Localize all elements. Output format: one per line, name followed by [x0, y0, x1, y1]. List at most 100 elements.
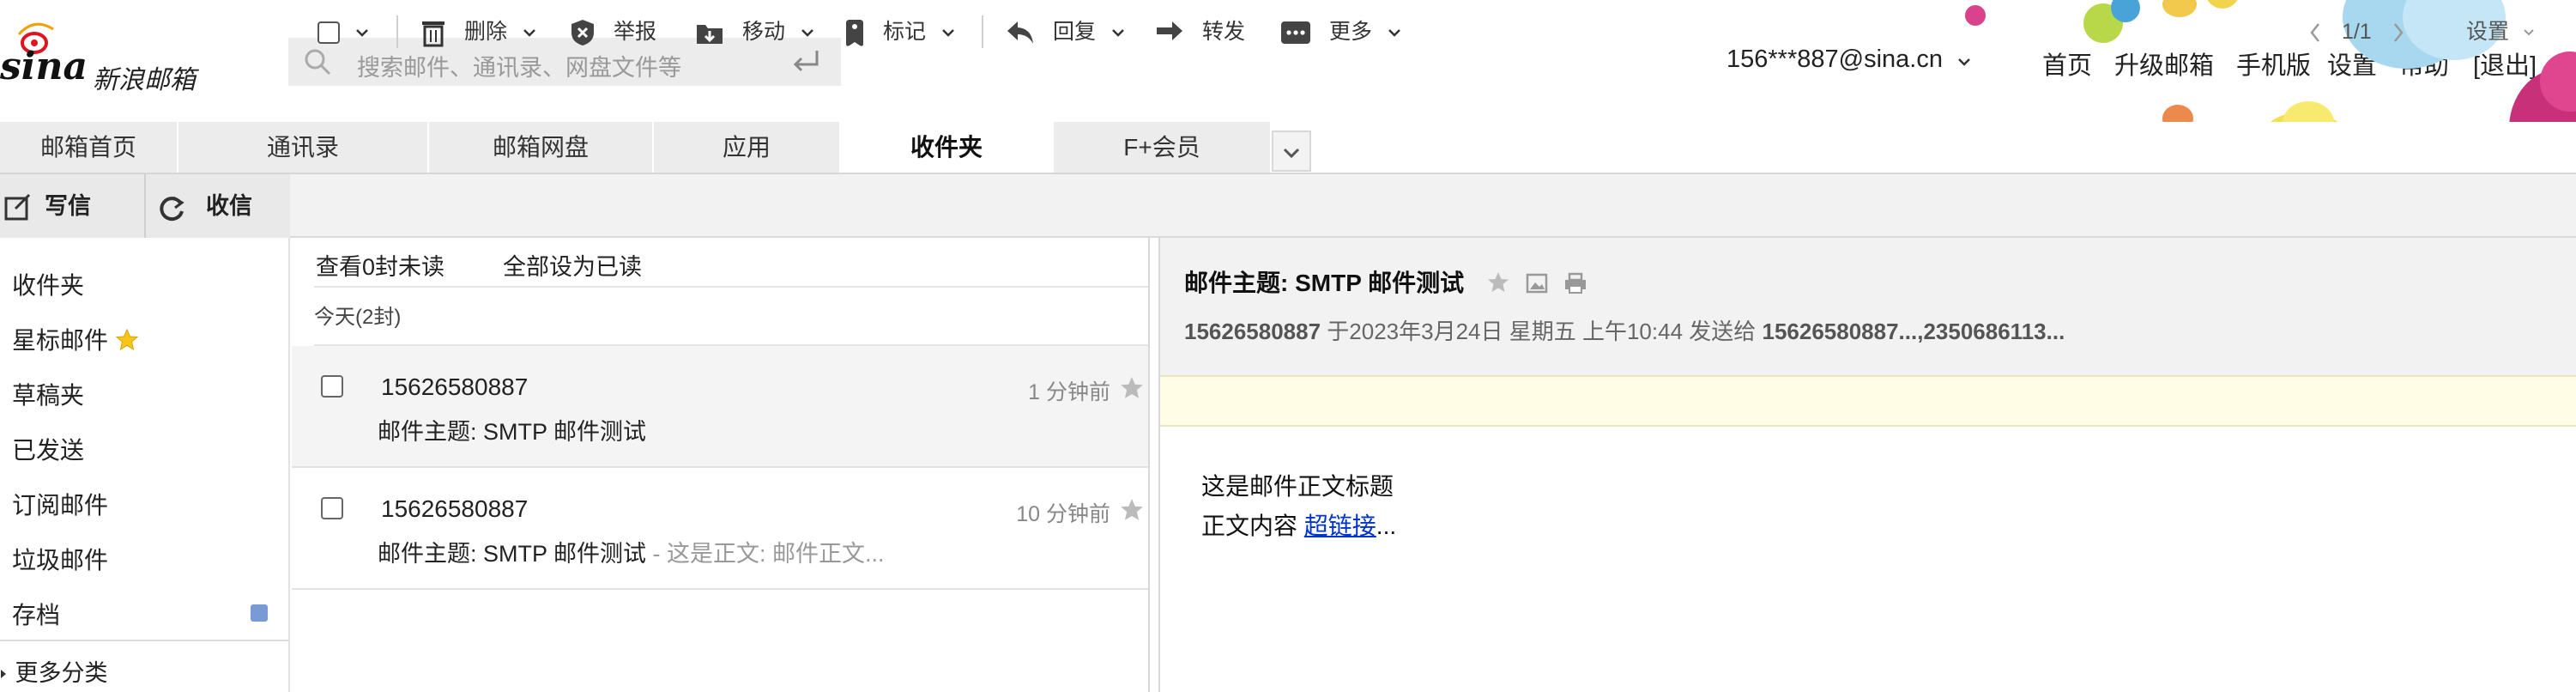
chevron-down-icon [942, 29, 954, 38]
mail-list-item[interactable]: 15626580887 邮件主题: SMTP 邮件测试 - 这是正文: 邮件正文… [292, 468, 1148, 590]
more-icon [1281, 21, 1310, 45]
select-all-checkbox[interactable] [317, 21, 340, 45]
delete-button[interactable]: 删除 [420, 17, 537, 47]
mail-body-title: 这是邮件正文标题 [1201, 473, 1394, 500]
reader-recipients[interactable]: 15626580887...,2350686113... [1763, 319, 2065, 344]
tab-fplus-member[interactable]: F+会员 [1054, 122, 1270, 173]
star-icon[interactable] [1486, 270, 1510, 294]
print-icon[interactable] [1563, 272, 1587, 294]
caret-right-icon [1, 670, 6, 678]
account-email: 156***887@sina.cn [1726, 46, 1943, 73]
body-hyperlink[interactable]: 超链接 [1304, 513, 1376, 539]
receive-button[interactable]: 收信 [156, 174, 252, 238]
logo-wordmark: sina [0, 45, 88, 88]
compose-button[interactable]: 写信 [3, 174, 91, 238]
move-folder-icon [697, 25, 723, 45]
tab-contacts[interactable]: 通讯录 [178, 122, 427, 173]
tag-icon [846, 20, 863, 47]
more-categories[interactable]: 更多分类 [0, 654, 108, 688]
reader-meta: 15626580887 于2023年3月24日 星期五 上午10:44 发送给 … [1184, 314, 2065, 346]
mail-sender: 15626580887 [381, 373, 529, 400]
delete-label: 删除 [463, 20, 507, 44]
forward-icon [1157, 21, 1182, 41]
view-settings-button[interactable]: 设置 [2466, 17, 2536, 46]
more-label: 更多 [1328, 20, 1372, 44]
body-text: 正文内容 [1201, 513, 1304, 539]
folder-sidebar: 收件夹 星标邮件 草稿夹 已发送 订阅邮件 垃圾邮件 存档 [0, 238, 290, 692]
page-indicator: 1/1 [2341, 20, 2372, 44]
chevron-down-icon [523, 29, 535, 38]
shield-icon [571, 20, 594, 46]
upgrade-link[interactable]: 升级邮箱 [2114, 46, 2214, 82]
move-button[interactable]: 移动 [695, 17, 815, 46]
mail-checkbox[interactable] [321, 375, 343, 398]
view-unread-link[interactable]: 查看0封未读 [316, 248, 444, 282]
tab-inbox[interactable]: 收件夹 [841, 122, 1052, 173]
tab-netdisk[interactable]: 邮箱网盘 [429, 122, 652, 173]
reading-pane-header [1160, 238, 2576, 375]
mail-body-content: 正文内容 超链接... [1201, 507, 1396, 542]
mail-list-item[interactable]: 15626580887 邮件主题: SMTP 邮件测试 1 分钟前 [292, 346, 1148, 468]
sina-logo[interactable]: sina 新浪邮箱 [0, 17, 206, 95]
home-link[interactable]: 首页 [2042, 46, 2092, 82]
forward-label: 转发 [1201, 20, 1245, 44]
chevron-down-icon [1958, 58, 1970, 66]
forward-button[interactable]: 转发 [1155, 17, 1245, 46]
chevron-down-icon [356, 29, 368, 38]
folder-spam[interactable]: 垃圾邮件 [12, 542, 108, 576]
select-all-dropdown[interactable] [317, 17, 370, 46]
reader-sender[interactable]: 15626580887 [1184, 319, 1321, 344]
more-button[interactable]: 更多 [1280, 17, 1402, 46]
enter-icon[interactable] [791, 47, 822, 76]
divider [144, 174, 146, 238]
folder-subscriptions[interactable]: 订阅邮件 [12, 487, 108, 521]
chevron-down-icon [2524, 29, 2534, 36]
folder-drafts[interactable]: 草稿夹 [12, 377, 84, 411]
report-button[interactable]: 举报 [570, 17, 656, 46]
refresh-icon [160, 196, 184, 221]
mail-toolbar [0, 174, 2576, 238]
toolbar-divider [396, 15, 398, 48]
next-page-icon[interactable] [2392, 21, 2405, 44]
folder-sent[interactable]: 已发送 [12, 432, 84, 466]
trash-icon [422, 21, 444, 47]
folder-starred[interactable]: 星标邮件 [12, 322, 139, 356]
chevron-down-icon [1283, 148, 1300, 159]
star-icon[interactable] [1119, 375, 1145, 401]
mobile-link[interactable]: 手机版 [2236, 46, 2311, 82]
mark-label: 标记 [882, 20, 926, 44]
body-ellipsis: ... [1376, 513, 1397, 539]
reply-button[interactable]: 回复 [1006, 17, 1126, 46]
sina-eye-logo-icon: sina [0, 22, 88, 88]
tab-apps[interactable]: 应用 [654, 122, 839, 173]
search-icon [305, 49, 331, 76]
date-group-header: 今天(2封) [314, 286, 1148, 346]
star-icon[interactable] [1119, 497, 1145, 523]
toolbar-divider [982, 15, 983, 48]
folder-inbox[interactable]: 收件夹 [12, 267, 84, 301]
mail-time: 10 分钟前 [1016, 502, 1110, 526]
chevron-down-icon [801, 29, 813, 38]
mark-all-read-link[interactable]: 全部设为已读 [503, 248, 642, 282]
chevron-down-icon [1112, 29, 1124, 38]
image-icon[interactable] [1526, 272, 1548, 294]
sidebar-divider [0, 640, 288, 641]
logo-subtitle: 新浪邮箱 [93, 65, 196, 95]
mail-time: 1 分钟前 [1028, 380, 1110, 404]
folder-archive[interactable]: 存档 [12, 597, 60, 631]
chevron-down-icon [1388, 29, 1400, 38]
tabs-more-button[interactable] [1272, 131, 1311, 172]
prev-page-icon[interactable] [2308, 21, 2322, 44]
star-icon [115, 328, 139, 351]
reader-subject-text: 邮件主题: SMTP 邮件测试 [1184, 270, 1465, 296]
mail-checkbox[interactable] [321, 497, 343, 519]
mark-button[interactable]: 标记 [844, 17, 956, 47]
tab-mail-home[interactable]: 邮箱首页 [0, 122, 177, 173]
account-menu[interactable]: 156***887@sina.cn [1726, 46, 1972, 74]
archive-color-tag [251, 604, 268, 622]
reply-label: 回复 [1052, 20, 1096, 44]
view-settings-label: 设置 [2466, 20, 2510, 44]
reader-date: 于2023年3月24日 星期五 上午10:44 发送给 [1327, 319, 1757, 344]
move-label: 移动 [741, 20, 785, 44]
main-tabs: 邮箱首页 通讯录 邮箱网盘 应用 收件夹 F+会员 [0, 122, 1313, 173]
